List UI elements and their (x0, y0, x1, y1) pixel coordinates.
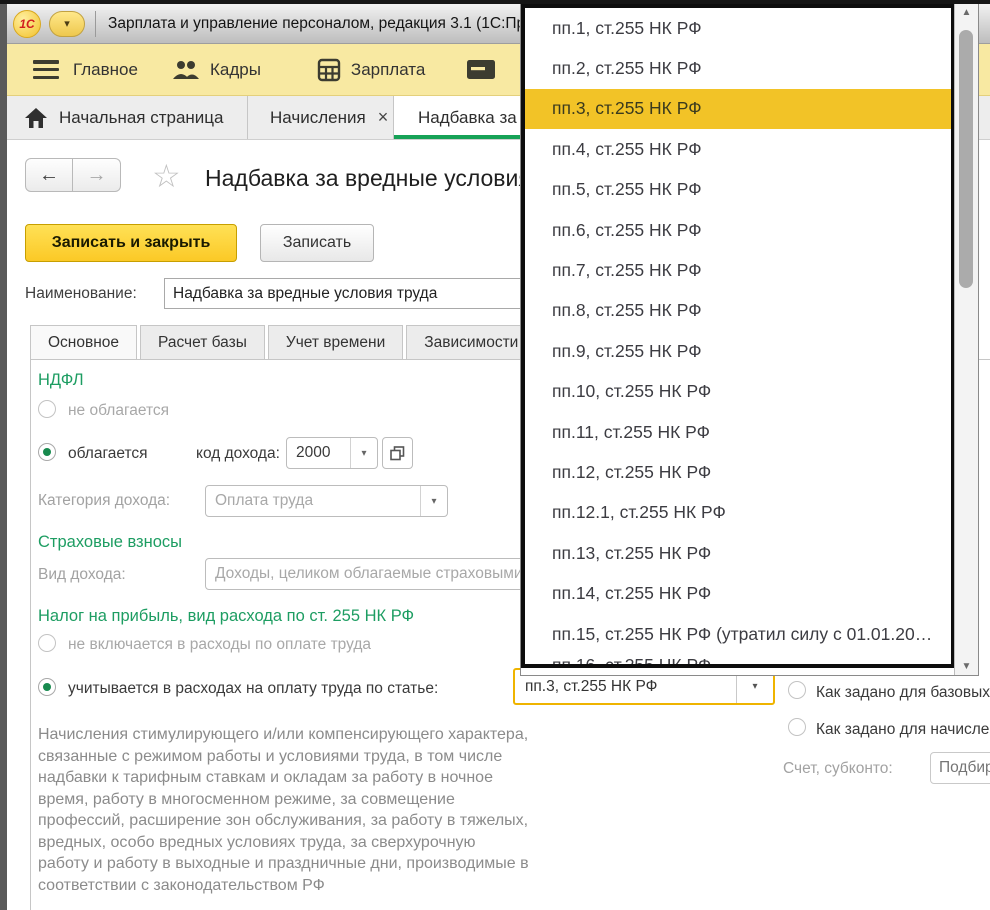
save-and-close-button[interactable]: Записать и закрыть (25, 224, 237, 262)
dropdown-item[interactable]: пп.4, ст.255 НК РФ (525, 129, 951, 169)
dropdown-list: пп.1, ст.255 НК РФ пп.2, ст.255 НК РФ пп… (521, 4, 955, 668)
section-header-profit-tax: Налог на прибыль, вид расхода по ст. 255… (38, 607, 414, 626)
tab-accruals-label: Начисления (270, 108, 366, 128)
radio-not-included-label: не включается в расходы по оплате труда (68, 636, 371, 654)
tab-home-label: Начальная страница (59, 108, 224, 128)
scroll-up-icon[interactable]: ▲ (955, 7, 978, 18)
subtab-main[interactable]: Основное (30, 325, 137, 360)
dropdown-item[interactable]: пп.5, ст.255 НК РФ (525, 170, 951, 210)
titlebar-separator (95, 11, 96, 37)
tab-accruals[interactable]: Начисления × (248, 96, 394, 139)
income-code-combo[interactable]: 2000 ▾ (286, 437, 378, 469)
income-category-label: Категория дохода: (38, 492, 170, 510)
dropdown-item[interactable]: пп.11, ст.255 НК РФ (525, 412, 951, 452)
name-label: Наименование: (25, 285, 137, 303)
application-window: 1С ▾ Зарплата и управление персоналом, р… (0, 0, 990, 910)
section-header-ndfl: НДФЛ (38, 371, 84, 390)
1c-logo-icon: 1С (13, 10, 41, 38)
tab-home[interactable]: Начальная страница (7, 96, 248, 139)
income-code-label: код дохода: (196, 445, 280, 463)
expense-article-value: пп.3, ст.255 НК РФ (515, 678, 736, 696)
dropdown-item[interactable]: пп.16, ст.255 НК РФ (525, 654, 951, 668)
favorite-star-icon[interactable]: ☆ (152, 157, 181, 195)
radio-as-base-label: Как задано для базовых (816, 684, 990, 702)
dropdown-item[interactable]: пп.12, ст.255 НК РФ (525, 452, 951, 492)
income-category-value: Оплата труда (206, 492, 420, 510)
hamburger-icon[interactable] (33, 60, 59, 79)
dropdown-item[interactable]: пп.6, ст.255 НК РФ (525, 210, 951, 250)
window-border-top (0, 0, 990, 4)
radio-included-label: учитывается в расходах на оплату труда п… (68, 680, 438, 698)
radio-taxed-label: облагается (68, 445, 148, 463)
income-code-value: 2000 (287, 444, 350, 462)
forward-arrow-icon: → (87, 164, 107, 187)
radio-not-included[interactable] (38, 634, 56, 652)
radio-not-taxed-label: не облагается (68, 402, 169, 420)
radio-not-taxed[interactable] (38, 400, 56, 418)
accrual-description: Начисления стимулирующего и/или компенси… (38, 724, 628, 896)
radio-as-accrual-label: Как задано для начисления (816, 721, 990, 739)
forward-button[interactable]: → (73, 158, 121, 192)
menu-item-staff[interactable]: Кадры (210, 60, 261, 80)
dropdown-item[interactable]: пп.2, ст.255 НК РФ (525, 48, 951, 88)
open-income-code-button[interactable] (382, 437, 413, 469)
account-input[interactable] (930, 752, 990, 784)
income-category-combo[interactable]: Оплата труда ▾ (205, 485, 448, 517)
scroll-down-icon[interactable]: ▼ (955, 661, 978, 672)
back-button[interactable]: ← (25, 158, 73, 192)
account-label: Счет, субконто: (783, 760, 893, 778)
dropdown-item[interactable]: пп.7, ст.255 НК РФ (525, 250, 951, 290)
radio-as-base[interactable] (788, 681, 806, 699)
article-dropdown-popup: пп.1, ст.255 НК РФ пп.2, ст.255 НК РФ пп… (520, 3, 979, 676)
calculator-icon (317, 58, 341, 82)
open-in-window-icon (390, 446, 405, 461)
menu-item-salary[interactable]: Зарплата (351, 60, 425, 80)
save-button[interactable]: Записать (260, 224, 374, 262)
menu-item-main[interactable]: Главное (73, 60, 138, 80)
radio-included[interactable] (38, 678, 56, 696)
people-icon (172, 60, 200, 80)
history-nav: ← → (25, 158, 121, 192)
subtab-dependencies[interactable]: Зависимости (406, 325, 536, 360)
radio-taxed[interactable] (38, 443, 56, 461)
chevron-down-icon: ▾ (64, 17, 70, 30)
dropdown-arrow-icon[interactable]: ▾ (350, 438, 377, 468)
dropdown-item[interactable]: пп.9, ст.255 НК РФ (525, 331, 951, 371)
scrollbar-thumb[interactable] (959, 30, 973, 288)
dropdown-arrow-icon[interactable]: ▾ (420, 486, 447, 516)
dropdown-item[interactable]: пп.15, ст.255 НК РФ (утратил силу с 01.0… (525, 614, 951, 654)
back-arrow-icon: ← (39, 164, 59, 187)
bank-card-icon (467, 60, 495, 79)
section-header-insurance: Страховые взносы (38, 533, 182, 552)
dropdown-item[interactable]: пп.10, ст.255 НК РФ (525, 372, 951, 412)
subtab-base-calc[interactable]: Расчет базы (140, 325, 265, 360)
close-icon[interactable]: × (378, 107, 389, 128)
dropdown-scrollbar[interactable]: ▲ ▼ (954, 4, 978, 675)
home-icon (25, 108, 47, 128)
window-border-left (0, 0, 7, 910)
income-type-label: Вид дохода: (38, 566, 126, 584)
dropdown-item-selected[interactable]: пп.3, ст.255 НК РФ (525, 89, 951, 129)
dropdown-item[interactable]: пп.1, ст.255 НК РФ (525, 8, 951, 48)
dropdown-item[interactable]: пп.12.1, ст.255 НК РФ (525, 493, 951, 533)
form-subtabs: Основное Расчет базы Учет времени Зависи… (30, 325, 539, 360)
dropdown-item[interactable]: пп.8, ст.255 НК РФ (525, 291, 951, 331)
dropdown-item[interactable]: пп.13, ст.255 НК РФ (525, 533, 951, 573)
dropdown-item[interactable]: пп.14, ст.255 НК РФ (525, 573, 951, 613)
system-menu-button[interactable]: ▾ (49, 11, 85, 37)
radio-as-accrual[interactable] (788, 718, 806, 736)
subtab-time-tracking[interactable]: Учет времени (268, 325, 403, 360)
